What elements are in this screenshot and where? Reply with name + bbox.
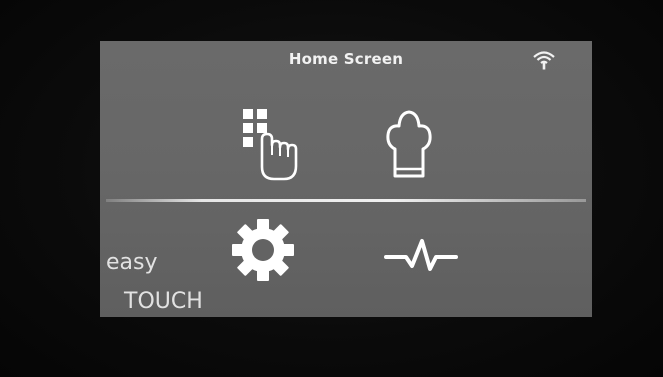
brand-easy: easy (106, 250, 158, 275)
gear-icon (232, 219, 294, 281)
programs-button[interactable] (240, 103, 304, 183)
activity-button[interactable] (384, 235, 458, 275)
wifi-icon (532, 49, 556, 71)
touch-screen: Home Screen easy TOUCH (100, 41, 592, 317)
chef-hat-icon (386, 110, 432, 178)
brand-touch: TOUCH (124, 289, 203, 314)
screen-title: Home Screen (288, 50, 404, 68)
chef-button[interactable] (386, 105, 432, 183)
settings-button[interactable] (230, 217, 296, 283)
heartbeat-icon (384, 239, 458, 271)
grid-touch-icon (243, 109, 298, 181)
divider-line (106, 199, 586, 202)
